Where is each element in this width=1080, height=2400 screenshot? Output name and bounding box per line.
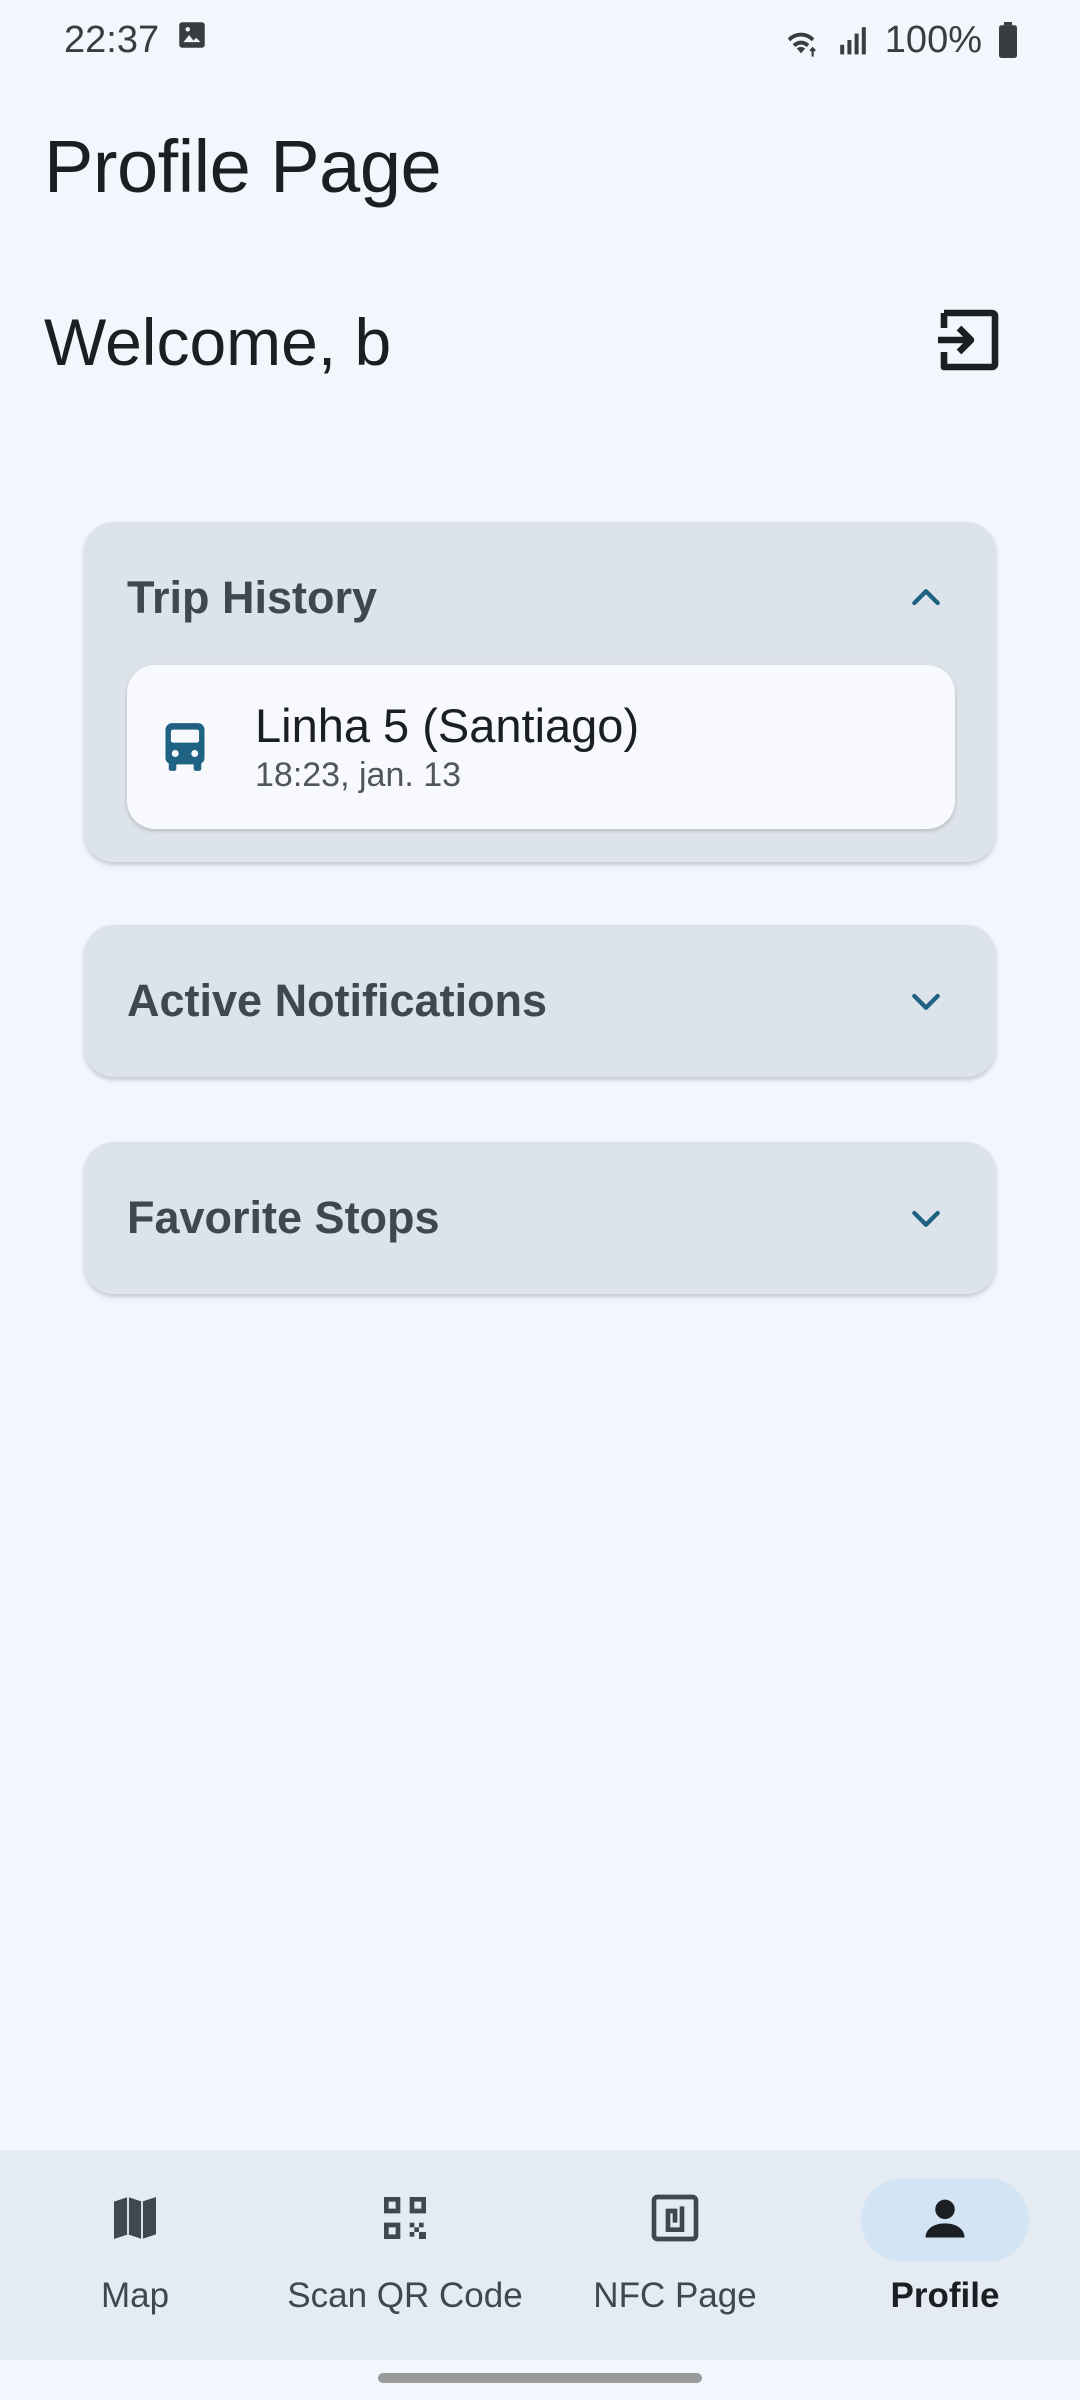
nav-label-scan-qr: Scan QR Code: [287, 2276, 523, 2315]
chevron-up-icon[interactable]: [900, 572, 952, 624]
nav-item-map[interactable]: Map: [0, 2150, 270, 2360]
signal-icon: [837, 24, 869, 56]
person-icon: [919, 2192, 971, 2249]
battery-text: 100%: [884, 18, 982, 61]
active-notifications-title: Active Notifications: [127, 975, 548, 1026]
active-notifications-header[interactable]: Active Notifications: [84, 925, 996, 1077]
status-left: 22:37: [64, 18, 209, 62]
nav-icon-wrap: [591, 2178, 759, 2262]
nav-icon-wrap: [321, 2178, 489, 2262]
active-notifications-section: Active Notifications: [84, 925, 996, 1077]
favorite-stops-title: Favorite Stops: [127, 1192, 440, 1243]
logout-icon: [932, 304, 1004, 381]
trip-history-header[interactable]: Trip History: [84, 522, 996, 674]
trip-route: Linha 5 (Santiago): [255, 699, 640, 752]
map-icon: [107, 2190, 163, 2251]
nav-item-scan-qr[interactable]: Scan QR Code: [270, 2150, 540, 2360]
nav-label-map: Map: [100, 2276, 170, 2315]
bottom-nav: Map Scan QR Code NFC Page Profile: [0, 2150, 1080, 2360]
nav-label-nfc: NFC Page: [593, 2276, 757, 2315]
status-bar: 22:37 100%: [0, 0, 1080, 80]
nav-item-nfc[interactable]: NFC Page: [540, 2150, 810, 2360]
qr-code-icon: [377, 2190, 433, 2251]
trip-history-item[interactable]: Linha 5 (Santiago) 18:23, jan. 13: [127, 665, 955, 829]
trip-time: 18:23, jan. 13: [255, 756, 462, 794]
trip-history-section: Trip History Linha 5 (Santiago) 18:23, j…: [84, 522, 996, 862]
wifi-icon: [781, 23, 821, 57]
profile-screen: 22:37 100% Profile Page Welcome, b Trip …: [0, 0, 1080, 2400]
status-right: 100%: [781, 19, 1018, 62]
nav-label-profile: Profile: [890, 2276, 1000, 2315]
status-time: 22:37: [64, 18, 160, 61]
chevron-down-icon[interactable]: [900, 1192, 952, 1244]
nav-icon-wrap-active: [861, 2178, 1029, 2262]
image-icon: [175, 18, 209, 62]
trip-history-title: Trip History: [127, 572, 378, 623]
welcome-text: Welcome, b: [44, 305, 392, 379]
nav-icon-wrap: [51, 2178, 219, 2262]
welcome-row: Welcome, b: [44, 300, 1010, 384]
trip-texts: Linha 5 (Santiago) 18:23, jan. 13: [255, 698, 639, 796]
gesture-bar[interactable]: [378, 2373, 702, 2383]
favorite-stops-section: Favorite Stops: [84, 1142, 996, 1294]
logout-button[interactable]: [926, 300, 1010, 384]
nav-item-profile[interactable]: Profile: [810, 2150, 1080, 2360]
chevron-down-icon[interactable]: [900, 975, 952, 1027]
bus-icon: [163, 721, 211, 773]
nfc-icon: [647, 2190, 703, 2251]
page-title: Profile Page: [44, 125, 442, 208]
favorite-stops-header[interactable]: Favorite Stops: [84, 1142, 996, 1294]
battery-icon: [998, 22, 1018, 58]
